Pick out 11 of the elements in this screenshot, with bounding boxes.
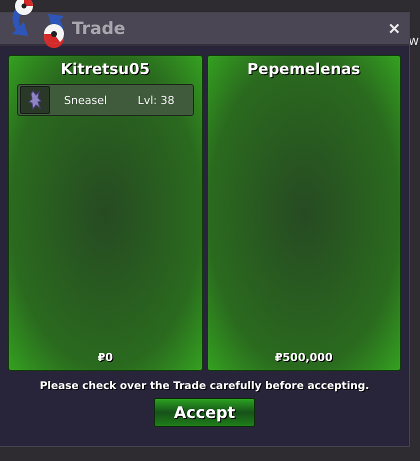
- window-title: Trade: [72, 18, 126, 38]
- accept-button[interactable]: Accept: [154, 398, 255, 427]
- money-amount: ₽500,000: [274, 351, 333, 364]
- player-name: Kitretsu05: [60, 60, 150, 78]
- pokemon-slot[interactable]: Sneasel Lvl: 38: [17, 84, 194, 116]
- money-amount: ₽0: [98, 351, 113, 364]
- pokemon-level: Lvl: 38: [138, 94, 174, 106]
- notice-text: Please check over the Trade carefully before accepting.: [40, 380, 370, 392]
- player-name: Pepemelenas: [247, 60, 360, 78]
- pokemon-name: Sneasel: [64, 94, 108, 106]
- close-button[interactable]: ✕: [386, 20, 403, 38]
